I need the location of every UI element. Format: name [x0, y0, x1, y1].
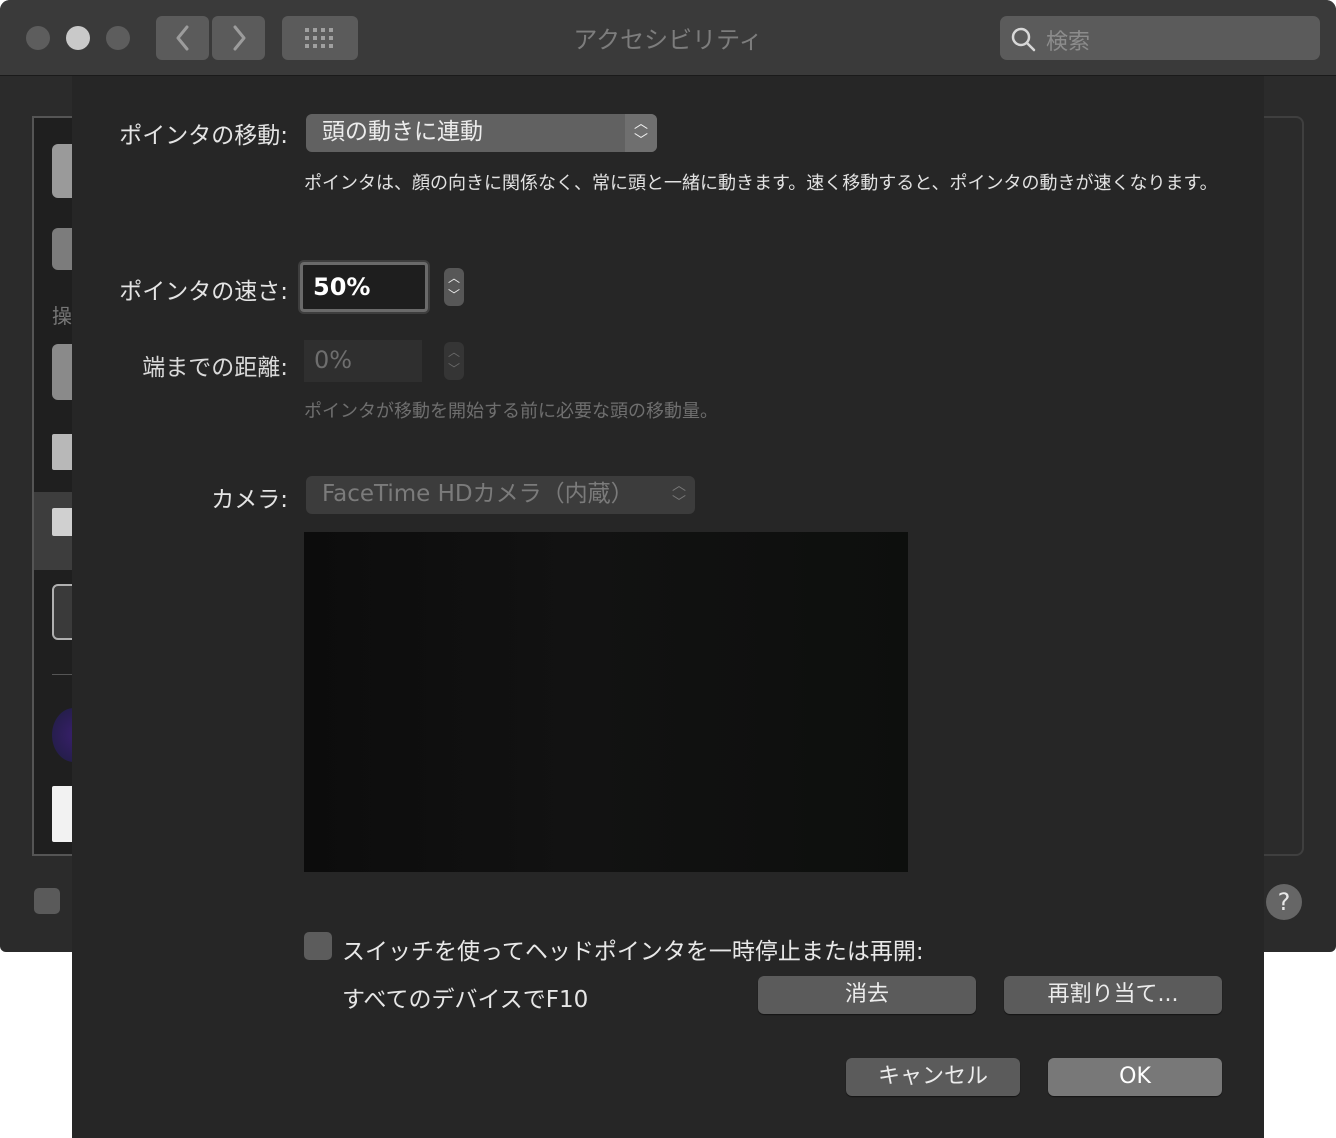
- camera-value: FaceTime HDカメラ（内蔵）: [322, 481, 634, 507]
- switch-assignment: すべてのデバイスでF10: [342, 987, 589, 1013]
- pointer-speed-label: ポインタの速さ:: [119, 279, 288, 305]
- pointer-move-value: 頭の動きに連動: [322, 119, 483, 145]
- edge-distance-description: ポインタが移動を開始する前に必要な頭の移動量。: [304, 401, 718, 422]
- reassign-button[interactable]: 再割り当て...: [1004, 976, 1222, 1014]
- edge-distance-label: 端までの距離:: [142, 355, 288, 381]
- pointer-speed-field[interactable]: 50%: [300, 262, 428, 312]
- pointer-move-description: ポインタは、顔の向きに関係なく、常に頭と一緒に動きます。速く移動すると、ポインタ…: [304, 173, 1218, 194]
- switch-pause-checkbox[interactable]: [304, 932, 332, 960]
- content-pane: [1262, 116, 1304, 856]
- cancel-button[interactable]: キャンセル: [846, 1058, 1020, 1096]
- updown-chevron-icon: ︿ ﹀: [672, 478, 686, 511]
- pointer-speed-stepper[interactable]: ︿ ﹀: [444, 268, 464, 306]
- camera-preview: [304, 532, 908, 872]
- updown-chevron-icon: ︿ ﹀: [625, 114, 657, 152]
- camera-popup[interactable]: FaceTime HDカメラ（内蔵） ︿ ﹀: [306, 476, 695, 514]
- switch-pause-label: スイッチを使ってヘッドポインタを一時停止または再開:: [342, 939, 924, 965]
- search-icon: [1011, 27, 1036, 52]
- edge-distance-field[interactable]: 0%: [304, 340, 422, 382]
- edge-distance-stepper[interactable]: ︿ ﹀: [444, 342, 464, 380]
- search-field[interactable]: 検索: [1000, 16, 1320, 60]
- title-bar: アクセシビリティ 検索: [0, 0, 1336, 76]
- pointer-move-popup[interactable]: 頭の動きに連動 ︿ ﹀: [306, 114, 657, 152]
- help-button[interactable]: ?: [1266, 884, 1302, 920]
- ok-button[interactable]: OK: [1048, 1058, 1222, 1096]
- camera-label: カメラ:: [211, 487, 288, 513]
- clear-button[interactable]: 消去: [758, 976, 976, 1014]
- head-pointer-options-sheet: ポインタの移動: 頭の動きに連動 ︿ ﹀ ポインタは、顔の向きに関係なく、常に頭と…: [72, 76, 1264, 1138]
- pointer-move-label: ポインタの移動:: [119, 123, 288, 149]
- search-placeholder: 検索: [1046, 30, 1091, 55]
- menu-bar-checkbox[interactable]: [34, 888, 60, 914]
